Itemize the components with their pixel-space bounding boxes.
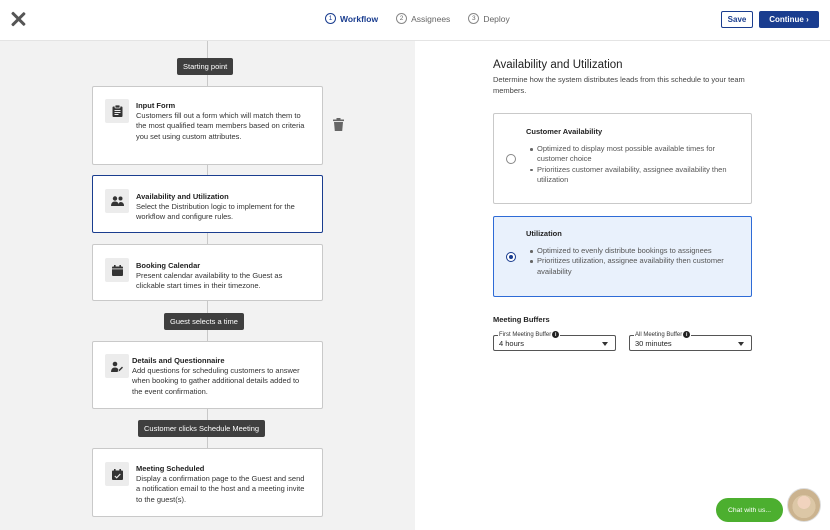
node-title: Input Form <box>136 101 176 110</box>
continue-button[interactable]: Continue › <box>759 11 819 28</box>
step-label: Assignees <box>411 13 451 24</box>
node-text: Availability and Utilization Select the … <box>136 192 310 223</box>
option-title: Customer Availability <box>526 127 603 136</box>
field-label-text: First Meeting Buffer <box>499 331 552 338</box>
option-bullet: Prioritizes customer availability, assig… <box>526 165 739 186</box>
chat-agent-avatar[interactable] <box>787 488 821 522</box>
info-icon[interactable]: i <box>683 331 691 338</box>
radio-utilization[interactable] <box>506 252 516 262</box>
panel-title: Availability and Utilization <box>493 59 623 71</box>
node-title: Details and Questionnaire <box>132 356 225 365</box>
node-title: Meeting Scheduled <box>136 464 205 473</box>
step-deploy[interactable]: 3 Deploy <box>468 13 510 24</box>
meeting-buffers-title: Meeting Buffers <box>493 315 550 324</box>
step-number: 2 <box>396 13 408 24</box>
select-value: 4 hours <box>499 339 525 348</box>
trash-icon[interactable] <box>333 118 344 131</box>
node-text: Details and Questionnaire Add questions … <box>132 356 310 397</box>
node-description: Present calendar availability to the Gue… <box>136 271 283 291</box>
select-value: 30 minutes <box>635 339 672 348</box>
pill-customer-clicks-schedule: Customer clicks Schedule Meeting <box>138 420 266 437</box>
panel-description: Determine how the system distributes lea… <box>493 75 745 95</box>
calendar-check-icon <box>105 462 129 486</box>
node-title: Availability and Utilization <box>136 192 229 201</box>
clipboard-icon <box>105 99 129 123</box>
node-input-form[interactable]: Input Form Customers fill out a form whi… <box>92 86 323 165</box>
node-details-questionnaire[interactable]: Details and Questionnaire Add questions … <box>92 341 323 409</box>
node-meeting-scheduled[interactable]: Meeting Scheduled Display a confirmation… <box>92 448 323 517</box>
first-meeting-buffer-select[interactable]: First Meeting Buffer i 4 hours <box>493 331 616 351</box>
node-description: Customers fill out a form which will mat… <box>136 111 305 141</box>
node-booking-calendar[interactable]: Booking Calendar Present calendar availa… <box>92 244 323 301</box>
step-workflow[interactable]: 1 Workflow <box>325 13 378 24</box>
field-label: All Meeting Buffer i <box>634 331 692 338</box>
field-label-text: All Meeting Buffer <box>635 331 683 338</box>
option-customer-availability[interactable]: Customer Availability Optimized to displ… <box>493 113 752 204</box>
step-number: 1 <box>325 13 336 24</box>
node-availability-utilization[interactable]: Availability and Utilization Select the … <box>92 175 323 233</box>
field-label: First Meeting Buffer i <box>498 331 561 338</box>
info-icon[interactable]: i <box>552 331 560 338</box>
node-text: Booking Calendar Present calendar availa… <box>136 261 310 292</box>
save-button[interactable]: Save <box>721 11 753 28</box>
caret-down-icon <box>738 342 744 346</box>
stepper: 1 Workflow 2 Assignees 3 Deploy <box>325 13 510 24</box>
people-icon <box>105 189 129 213</box>
step-number: 3 <box>468 13 480 24</box>
node-text: Input Form Customers fill out a form whi… <box>136 101 310 142</box>
chat-button[interactable]: Chat with us... <box>716 498 783 522</box>
option-bullets: Optimized to display most possible avail… <box>526 144 739 185</box>
settings-panel: Availability and Utilization Determine h… <box>415 41 830 530</box>
step-assignees[interactable]: 2 Assignees <box>396 13 450 24</box>
step-label: Deploy <box>483 13 510 24</box>
node-text: Meeting Scheduled Display a confirmation… <box>136 464 310 505</box>
person-edit-icon <box>105 354 129 378</box>
option-utilization[interactable]: Utilization Optimized to evenly distribu… <box>493 216 752 297</box>
node-description: Display a confirmation page to the Guest… <box>136 474 305 504</box>
top-bar: 1 Workflow 2 Assignees 3 Deploy Save Con… <box>0 0 830 41</box>
workflow-canvas: Starting point Input Form Customers fill… <box>0 41 415 530</box>
node-description: Add questions for scheduling customers t… <box>132 366 300 396</box>
close-icon[interactable] <box>10 11 26 27</box>
all-meeting-buffer-select[interactable]: All Meeting Buffer i 30 minutes <box>629 331 752 351</box>
calendar-icon <box>105 258 129 282</box>
node-title: Booking Calendar <box>136 261 201 270</box>
node-description: Select the Distribution logic to impleme… <box>136 202 295 222</box>
option-bullet: Optimized to evenly distribute bookings … <box>526 246 739 256</box>
step-label: Workflow <box>340 13 379 24</box>
pill-starting-point: Starting point <box>177 58 234 75</box>
radio-customer-availability[interactable] <box>506 154 516 164</box>
option-title: Utilization <box>526 229 562 238</box>
option-bullet: Optimized to display most possible avail… <box>526 144 739 165</box>
pill-guest-selects-time: Guest selects a time <box>164 313 244 330</box>
option-bullets: Optimized to evenly distribute bookings … <box>526 246 739 277</box>
caret-down-icon <box>602 342 608 346</box>
option-bullet: Prioritizes utilization, assignee availa… <box>526 256 739 277</box>
